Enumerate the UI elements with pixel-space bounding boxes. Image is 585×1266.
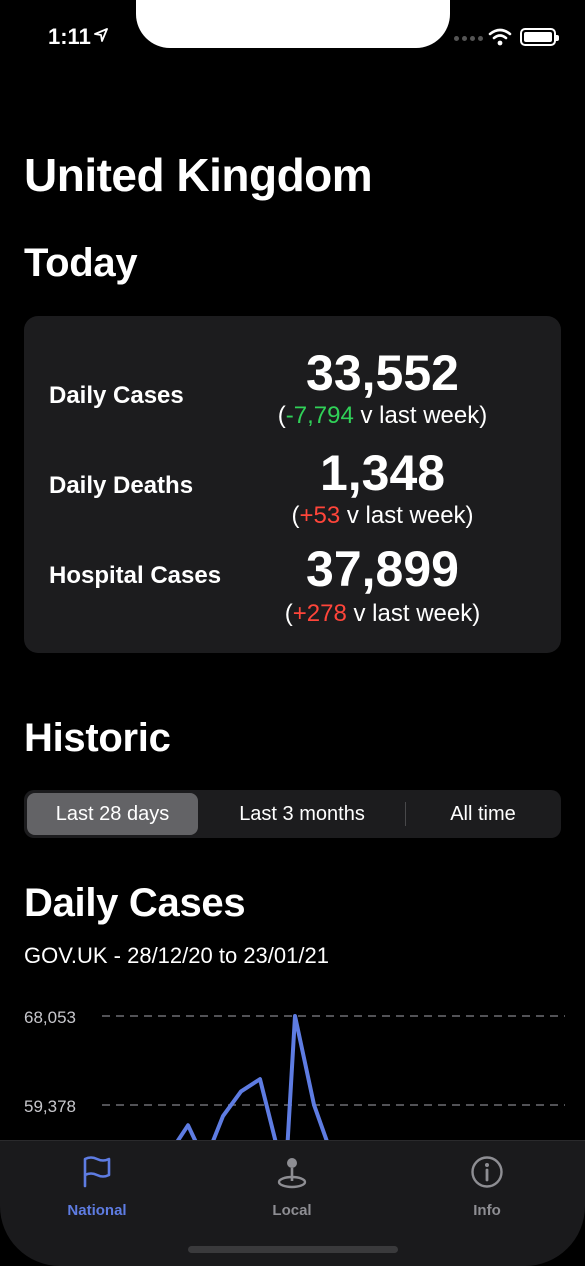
stat-value: 1,348 <box>319 445 446 501</box>
stat-delta: (+53 v last week) <box>291 502 474 529</box>
stat-delta: (-7,794 v last week) <box>277 402 488 429</box>
pin-icon <box>277 1158 307 1189</box>
y-tick-label: 68,053 <box>24 1008 76 1027</box>
delta-value: +53 <box>299 502 341 529</box>
series-line <box>169 1014 332 1150</box>
flag-icon <box>83 1156 111 1188</box>
stat-value: 37,899 <box>306 541 459 597</box>
signal-icon <box>454 36 483 41</box>
tab-local[interactable]: Local <box>222 1155 362 1219</box>
today-heading: Today <box>24 241 138 285</box>
tab-info[interactable]: Info <box>417 1155 557 1219</box>
location-arrow-icon <box>94 28 108 42</box>
wifi-icon <box>488 28 512 46</box>
stat-delta: (+278 v last week) <box>284 600 481 627</box>
segment-all-time[interactable]: All time <box>408 793 558 835</box>
time-range-segmented-control: Last 28 days Last 3 months All time <box>24 790 561 838</box>
historic-heading: Historic <box>24 716 171 760</box>
segment-last-3-months[interactable]: Last 3 months <box>202 793 402 835</box>
home-indicator <box>188 1246 398 1253</box>
delta-value: +278 <box>292 600 347 627</box>
delta-value: -7,794 <box>285 402 354 429</box>
notch <box>136 0 450 48</box>
stat-label: Daily Deaths <box>49 472 194 499</box>
segment-divider <box>405 802 406 826</box>
page-title: United Kingdom <box>24 149 373 201</box>
segment-last-28-days[interactable]: Last 28 days <box>27 793 198 835</box>
y-tick-label: 59,378 <box>24 1097 76 1116</box>
today-card: Daily Cases 33,552 (-7,794 v last week) … <box>24 316 561 653</box>
daily-cases-chart: 68,053 59,378 <box>24 1008 565 1150</box>
status-time: 1:11 <box>48 24 91 49</box>
stat-label: Hospital Cases <box>49 562 222 589</box>
phone-screen: 1:11 United Kingdom Today Daily Cases 33… <box>0 0 585 1266</box>
tab-label: Info <box>473 1202 501 1219</box>
chart-subtitle: GOV.UK - 28/12/20 to 23/01/21 <box>24 943 329 968</box>
stat-value: 33,552 <box>306 345 459 401</box>
daily-cases-heading: Daily Cases <box>24 881 246 925</box>
tab-label: Local <box>272 1202 312 1219</box>
stat-label: Daily Cases <box>49 382 184 409</box>
battery-icon <box>520 28 559 46</box>
tab-national[interactable]: National <box>27 1155 167 1219</box>
tab-label: National <box>67 1202 127 1219</box>
info-icon <box>471 1156 503 1188</box>
